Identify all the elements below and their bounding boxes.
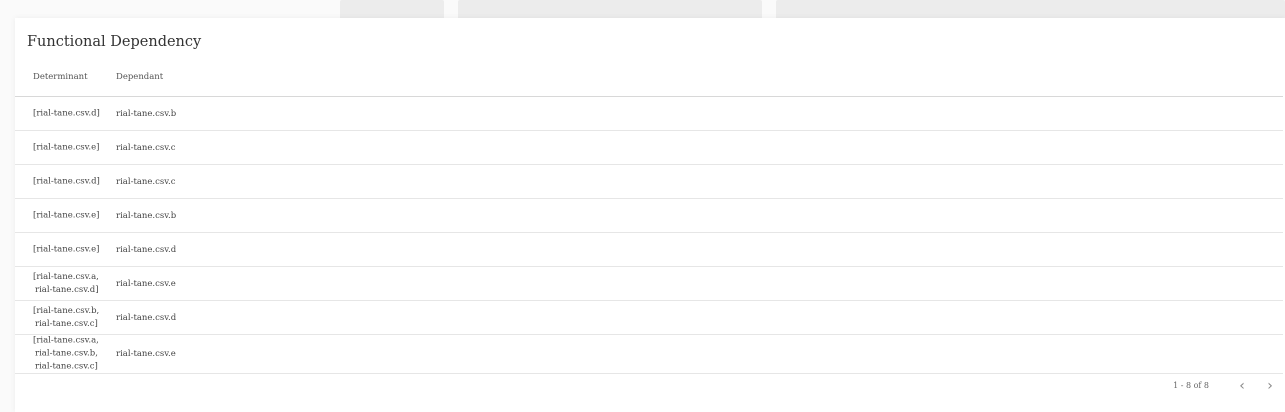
- table-row: [rial-tane.csv.e] rial-tane.csv.d: [15, 233, 1283, 267]
- table-row: [rial-tane.csv.a, rial-tane.csv.b, rial-ta…: [15, 335, 1283, 374]
- table-body: [rial-tane.csv.d] rial-tane.csv.b [rial-ta…: [15, 97, 1283, 374]
- dependant-cell: rial-tane.csv.b: [116, 210, 177, 221]
- determinant-line: rial-tane.csv.d]: [35, 284, 99, 295]
- column-header-determinant: Determinant: [33, 72, 88, 82]
- dependant-cell: rial-tane.csv.b: [116, 108, 177, 119]
- determinant-line: [rial-tane.csv.b,: [33, 305, 100, 316]
- determinant-line: [rial-tane.csv.e]: [33, 244, 100, 254]
- dependant-cell: rial-tane.csv.e: [116, 349, 176, 359]
- previous-page-button[interactable]: ‹: [1231, 375, 1253, 397]
- determinant-line: [rial-tane.csv.e]: [33, 210, 100, 220]
- dependency-table: Determinant Dependant [rial-tane.csv.d] r…: [15, 62, 1283, 374]
- chevron-left-icon: ‹: [1239, 378, 1245, 394]
- determinant-cell: [rial-tane.csv.e]: [33, 141, 99, 154]
- determinant-cell: [rial-tane.csv.d]: [33, 175, 100, 188]
- background-card: [776, 0, 1285, 20]
- background-card: [458, 0, 762, 20]
- determinant-line: [rial-tane.csv.a,: [33, 335, 99, 346]
- dependant-cell: rial-tane.csv.c: [116, 176, 176, 187]
- dialog-title: Functional Dependency: [27, 34, 202, 50]
- determinant-cell: [rial-tane.csv.a, rial-tane.csv.d]: [33, 271, 99, 297]
- determinant-line: [rial-tane.csv.e]: [33, 142, 100, 152]
- table-row: [rial-tane.csv.d] rial-tane.csv.b: [15, 97, 1283, 131]
- table-row: [rial-tane.csv.a, rial-tane.csv.d] rial-ta…: [15, 267, 1283, 301]
- determinant-line: [rial-tane.csv.a,: [33, 271, 99, 282]
- determinant-cell: [rial-tane.csv.d]: [33, 107, 100, 120]
- chevron-right-icon: ›: [1267, 378, 1273, 394]
- table-row: [rial-tane.csv.d] rial-tane.csv.c: [15, 165, 1283, 199]
- determinant-line: rial-tane.csv.c]: [35, 318, 98, 329]
- dependant-cell: rial-tane.csv.d: [116, 244, 177, 255]
- determinant-line: [rial-tane.csv.d]: [33, 176, 100, 186]
- determinant-cell: [rial-tane.csv.a, rial-tane.csv.b, rial-ta…: [33, 335, 99, 374]
- determinant-cell: [rial-tane.csv.e]: [33, 243, 99, 256]
- determinant-line: [rial-tane.csv.d]: [33, 108, 100, 118]
- determinant-line: rial-tane.csv.b,: [35, 348, 98, 359]
- column-header-dependant: Dependant: [116, 72, 164, 82]
- functional-dependency-dialog: Functional Dependency Determinant Depend…: [15, 18, 1285, 412]
- pagination-range: 1 - 8 of 8: [1173, 381, 1209, 390]
- determinant-cell: [rial-tane.csv.b, rial-tane.csv.c]: [33, 305, 99, 331]
- dependant-cell: rial-tane.csv.d: [116, 312, 177, 323]
- next-page-button[interactable]: ›: [1259, 375, 1281, 397]
- table-header: Determinant Dependant: [15, 62, 1283, 97]
- determinant-cell: [rial-tane.csv.e]: [33, 209, 99, 222]
- table-row: [rial-tane.csv.e] rial-tane.csv.b: [15, 199, 1283, 233]
- table-pagination: 1 - 8 of 8 ‹ ›: [15, 372, 1285, 402]
- dependant-cell: rial-tane.csv.c: [116, 142, 176, 153]
- table-row: [rial-tane.csv.b, rial-tane.csv.c] rial-ta…: [15, 301, 1283, 335]
- dependant-cell: rial-tane.csv.e: [116, 278, 176, 289]
- background-card: [340, 0, 444, 20]
- table-row: [rial-tane.csv.e] rial-tane.csv.c: [15, 131, 1283, 165]
